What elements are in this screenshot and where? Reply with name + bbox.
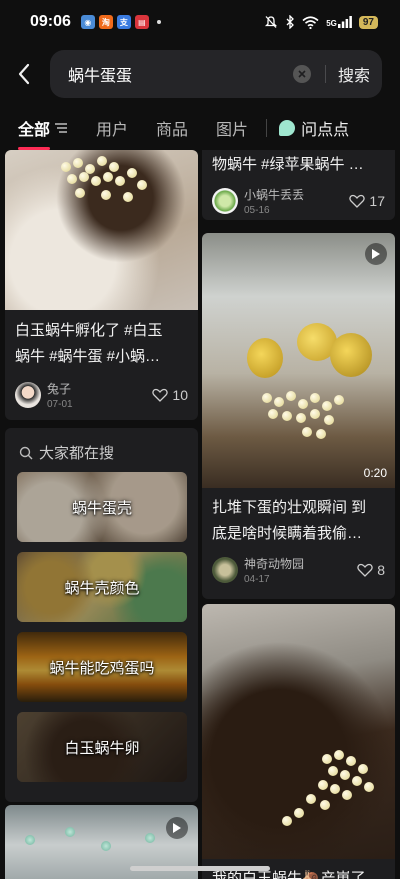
note-title: 物蜗牛 #绿苹果蜗牛 … [212,156,364,173]
author-name[interactable]: 小蜗牛丢丢 [244,186,304,203]
search-icon [19,446,33,459]
status-time: 09:06 [30,13,71,30]
trending-chip-label: 蜗牛壳颜色 [64,579,140,597]
tab-users[interactable]: 用户 [96,116,128,140]
trending-searches-panel: 大家都在搜 蜗牛蛋壳 蜗牛壳颜色 蜗牛能吃鸡蛋吗 白玉蜗牛卵 [5,428,198,802]
note-cover-image: 0:20 [202,233,395,488]
note-title-line: 扎堆下蛋的壮观瞬间 到 [212,499,367,516]
home-indicator[interactable] [130,866,270,871]
notification-app-icons: ◉ 淘 支 ▤ [80,15,161,29]
search-results-feed: 白玉蜗牛孵化了 #白玉 蜗牛 #蜗牛蛋 #小蜗… 兔子 07-01 10 大家都… [0,150,400,879]
note-card[interactable]: 我的白玉蜗牛🐌产崽了 [202,604,395,879]
back-button[interactable] [0,50,48,98]
search-tabs: 全部 用户 商品 图片 问点点 [0,110,400,150]
status-bar: 09:06 ◉ 淘 支 ▤ 5G 97 [0,0,400,44]
bluetooth-icon [286,15,295,29]
like-count: 10 [172,387,188,403]
search-box: 搜索 [50,50,382,98]
ask-label: 问点点 [301,122,350,139]
search-divider [324,65,326,83]
tab-images[interactable]: 图片 [216,116,248,140]
trending-chip[interactable]: 蜗牛壳颜色 [17,552,187,622]
note-meta: 小蜗牛丢丢 05-16 17 [202,186,395,216]
wifi-icon [302,15,319,29]
search-header: 搜索 [0,50,400,98]
trending-chip[interactable]: 白玉蜗牛卵 [17,712,187,782]
trending-chip[interactable]: 蜗牛能吃鸡蛋吗 [17,632,187,702]
like-button[interactable]: 17 [349,193,385,209]
post-date: 07-01 [47,399,73,410]
like-button[interactable]: 10 [152,387,188,403]
tab-all-label: 全部 [18,122,51,139]
note-card[interactable]: 0:20 扎堆下蛋的壮观瞬间 到 底是啥时候瞒着我偷… 神奇动物园 04-17 … [202,233,395,599]
video-play-icon [166,817,188,839]
trending-title: 大家都在搜 [39,445,115,462]
like-count: 8 [377,562,385,578]
note-title: 白玉蜗牛孵化了 #白玉 蜗牛 #蜗牛蛋 #小蜗… [5,318,198,370]
note-card[interactable]: 白玉蜗牛孵化了 #白玉 蜗牛 #蜗牛蛋 #小蜗… 兔子 07-01 10 [5,150,198,420]
avatar[interactable] [212,188,238,214]
heart-icon [152,388,169,402]
network-type: 5G [326,19,337,28]
note-title-line: 蜗牛 #蜗牛蛋 #小蜗… [15,348,161,365]
chevron-left-icon [18,63,30,85]
post-date: 05-16 [244,205,270,216]
avatar[interactable] [212,557,238,583]
note-card[interactable]: 物蜗牛 #绿苹果蜗牛 … 小蜗牛丢丢 05-16 17 [202,150,395,220]
video-duration: 0:20 [363,466,387,480]
chat-bubble-icon [279,120,296,136]
trending-chip[interactable]: 蜗牛蛋壳 [17,472,187,542]
cellular-signal: 5G [326,16,352,28]
video-play-icon [365,243,387,265]
avatar[interactable] [15,382,41,408]
like-button[interactable]: 8 [357,562,385,578]
trending-chip-label: 蜗牛能吃鸡蛋吗 [49,659,155,677]
note-meta: 神奇动物园 04-17 8 [202,555,395,585]
search-button[interactable]: 搜索 [338,62,370,86]
mute-icon [265,16,278,28]
author-name[interactable]: 兔子 [47,380,73,397]
tab-all[interactable]: 全部 [18,116,68,150]
battery-level: 97 [358,15,378,29]
heart-icon [349,194,366,208]
news-app-icon: ▤ [134,15,149,29]
post-date: 04-17 [244,574,270,585]
clear-search-button[interactable] [292,65,311,83]
tab-products[interactable]: 商品 [156,116,188,140]
note-title: 扎堆下蛋的壮观瞬间 到 底是啥时候瞒着我偷… [202,495,395,547]
search-input[interactable] [68,65,293,83]
note-title-line: 底是啥时候瞒着我偷… [212,525,363,542]
more-notifications-dot [156,20,161,24]
finder-app-icon: ◉ [80,15,95,29]
alipay-app-icon: 支 [116,15,131,29]
close-icon [298,70,306,78]
taobao-app-icon: 淘 [98,15,113,29]
like-count: 17 [369,193,385,209]
note-cover-image [202,604,395,859]
filter-icon[interactable] [54,122,68,134]
note-meta: 兔子 07-01 10 [5,380,198,410]
note-cover-image [5,150,198,310]
trending-chip-label: 白玉蜗牛卵 [64,739,140,757]
ask-diandian-button[interactable]: 问点点 [279,116,349,140]
author-name[interactable]: 神奇动物园 [244,555,304,572]
trending-chip-label: 蜗牛蛋壳 [71,499,132,517]
signal-bars-icon [337,16,352,28]
note-title-line: 白玉蜗牛孵化了 #白玉 [15,322,163,339]
heart-icon [357,563,373,577]
tabs-divider [266,119,268,137]
